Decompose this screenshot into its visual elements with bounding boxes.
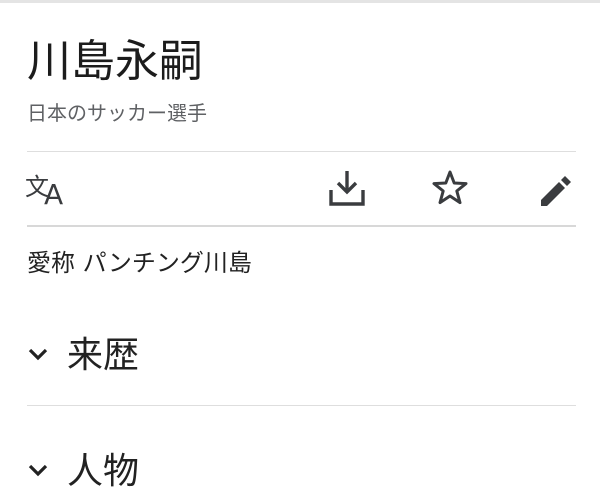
edit-pencil-icon[interactable]: [535, 168, 575, 208]
section-person-label: 人物: [67, 451, 140, 492]
page-title: 川島永嗣: [27, 36, 203, 87]
page-subtitle: 日本のサッカー選手: [27, 101, 207, 125]
chevron-down-icon: [28, 464, 48, 477]
download-icon[interactable]: [327, 168, 367, 208]
chevron-down-icon: [28, 348, 48, 361]
section-divider: [27, 405, 576, 406]
section-history-label: 来歴: [67, 335, 140, 376]
star-icon[interactable]: [430, 168, 470, 208]
section-person-header[interactable]: 人物: [22, 442, 576, 502]
nickname-text: 愛称 パンチング川島: [27, 249, 252, 277]
header-divider: [27, 151, 576, 152]
language-translate-icon[interactable]: 文 A: [25, 168, 73, 208]
section-history-header[interactable]: 来歴: [22, 326, 576, 386]
top-edge-line: [0, 0, 600, 3]
svg-text:A: A: [44, 178, 63, 208]
toolbar-divider: [27, 225, 576, 227]
